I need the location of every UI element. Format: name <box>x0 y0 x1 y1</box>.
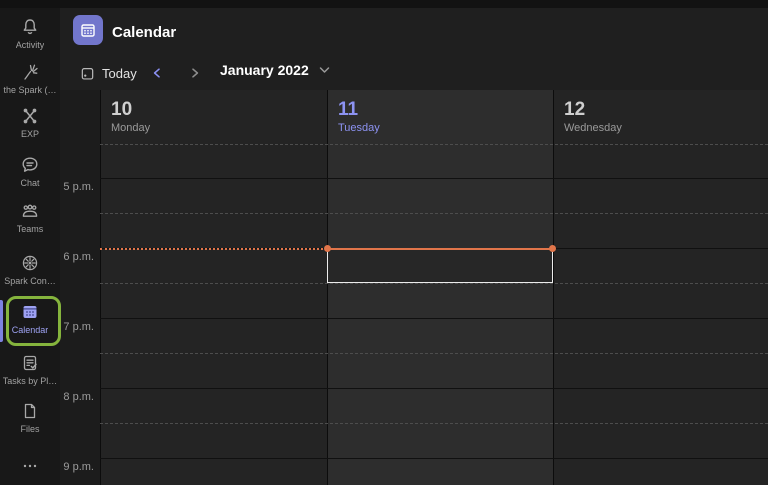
day-name: Tuesday <box>338 122 380 134</box>
sidebar-item-chat[interactable]: Chat <box>0 155 60 188</box>
calendar-app-icon <box>73 15 103 45</box>
more-icon <box>23 464 37 468</box>
sidebar-item-exp[interactable]: EXP <box>0 106 60 139</box>
next-period-button[interactable] <box>186 64 204 82</box>
sidebar-item-the-spark[interactable]: the Spark (… <box>0 62 60 95</box>
time-label: 5 p.m. <box>63 181 94 193</box>
chat-icon <box>22 157 38 172</box>
page-title: Calendar <box>112 24 177 41</box>
sidebar-item-label: Chat <box>20 178 40 188</box>
calendar-toolbar: Today January 2022 <box>60 56 768 90</box>
half-hour-line <box>100 213 768 214</box>
window-titlebar <box>0 0 768 8</box>
tasks-icon <box>23 355 37 371</box>
today-label: Today <box>102 65 137 81</box>
half-hour-line <box>100 423 768 424</box>
half-hour-line <box>100 353 768 354</box>
calendar-glyph-icon <box>81 24 95 37</box>
files-icon <box>24 403 36 419</box>
day-header-monday[interactable]: 10 Monday <box>100 90 327 145</box>
month-selector[interactable]: January 2022 <box>220 62 331 78</box>
grid-column-monday[interactable] <box>100 145 327 485</box>
day-header-row: 10 Monday 11 Tuesday 12 Wednesday <box>60 90 768 145</box>
half-hour-line <box>100 283 768 284</box>
chevron-left-icon <box>153 68 160 78</box>
teams-icon <box>22 204 38 217</box>
sidebar-item-label: Tasks by Pl… <box>2 376 58 386</box>
time-label: 7 p.m. <box>63 321 94 333</box>
day-number: 12 <box>564 99 586 120</box>
current-time-dot <box>549 245 556 252</box>
chevron-down-icon <box>319 67 329 73</box>
today-button[interactable]: Today <box>80 61 137 85</box>
sidebar-item-teams[interactable]: Teams <box>0 201 60 234</box>
current-time-indicator-today <box>327 248 553 250</box>
sidebar-item-label: Activity <box>15 40 45 50</box>
day-name: Wednesday <box>564 122 622 134</box>
calendar-today-icon <box>81 67 94 80</box>
time-label: 6 p.m. <box>63 251 94 263</box>
grid-column-wednesday[interactable] <box>553 145 768 485</box>
hour-line <box>100 178 768 179</box>
day-header-tuesday[interactable]: 11 Tuesday <box>327 90 553 145</box>
sidebar-item-tasks[interactable]: Tasks by Pl… <box>0 353 60 386</box>
time-label: 9 p.m. <box>63 461 94 473</box>
day-header-wednesday[interactable]: 12 Wednesday <box>553 90 768 145</box>
hour-line <box>100 318 768 319</box>
sidebar-item-label: EXP <box>20 129 39 139</box>
sidebar-item-calendar[interactable]: Calendar <box>0 302 60 335</box>
sidebar-item-label: Spark Con… <box>4 276 56 286</box>
calendar-icon <box>23 306 37 318</box>
day-number: 10 <box>111 99 133 120</box>
selected-time-slot[interactable] <box>327 249 553 283</box>
prev-period-button[interactable] <box>148 64 166 82</box>
sidebar-item-label: the Spark (… <box>3 85 57 95</box>
spark-icon <box>24 64 38 80</box>
sidebar-item-label: Teams <box>16 224 44 234</box>
sidebar-item-files[interactable]: Files <box>0 401 60 434</box>
main-area: Calendar Today January 2022 10 Monday 11… <box>60 0 768 485</box>
time-label: 8 p.m. <box>63 391 94 403</box>
day-number: 11 <box>338 99 359 120</box>
sidebar-item-more[interactable] <box>0 456 60 479</box>
app-header: Calendar <box>60 0 768 56</box>
spark-contacts-icon <box>22 255 38 271</box>
bell-icon <box>23 19 37 35</box>
hour-line <box>100 458 768 459</box>
day-name: Monday <box>111 122 151 134</box>
sidebar-item-spark-con[interactable]: Spark Con… <box>0 253 60 286</box>
current-time-dot <box>324 245 331 252</box>
exp-icon <box>23 108 37 124</box>
hour-line <box>100 388 768 389</box>
app-rail: Activity the Spark (… EXP Chat Teams Spa… <box>0 0 60 485</box>
active-item-indicator <box>0 300 3 342</box>
chevron-right-icon <box>192 68 199 78</box>
sidebar-item-activity[interactable]: Activity <box>0 17 60 50</box>
calendar-grid: 5 p.m. 6 p.m. 7 p.m. 8 p.m. 9 p.m. <box>60 145 768 485</box>
month-label: January 2022 <box>220 62 309 78</box>
sidebar-item-label: Calendar <box>11 325 49 335</box>
grid-column-tuesday[interactable] <box>327 145 553 485</box>
current-time-indicator <box>100 248 327 250</box>
sidebar-item-label: Files <box>20 424 40 434</box>
